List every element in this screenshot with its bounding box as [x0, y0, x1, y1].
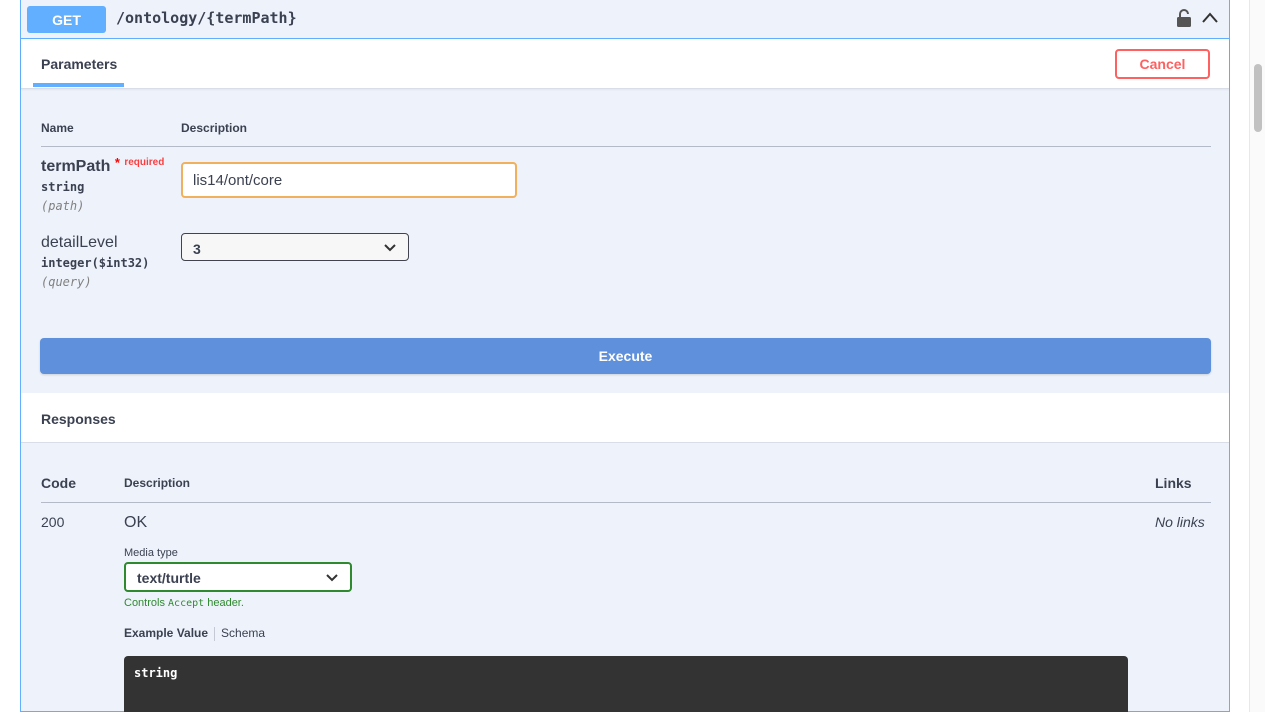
- col-header-description: Description: [181, 121, 248, 135]
- termpath-input[interactable]: lis14/ont/core: [181, 162, 517, 198]
- col-header-resp-description: Description: [124, 476, 191, 490]
- scrollbar-thumb[interactable]: [1254, 64, 1262, 132]
- media-type-label: Media type: [124, 547, 178, 559]
- response-code: 200: [41, 514, 65, 530]
- chevron-down-icon: [326, 574, 338, 582]
- param-type-detaillevel: integer($int32): [41, 256, 150, 270]
- detaillevel-select-value: 3: [193, 241, 201, 257]
- required-star: *: [114, 155, 120, 170]
- param-type-termpath: string: [41, 180, 85, 194]
- method-badge: GET: [27, 6, 106, 33]
- controls-suffix: header.: [207, 597, 244, 609]
- chevron-down-icon: [384, 244, 396, 252]
- media-type-select[interactable]: text/turtle: [124, 562, 352, 592]
- lock-icon[interactable]: [1176, 8, 1192, 28]
- media-type-value: text/turtle: [137, 570, 201, 586]
- tab-schema[interactable]: Schema: [221, 626, 265, 640]
- operation-path: /ontology/{termPath}: [116, 9, 297, 27]
- param-name-termpath: termPath * required: [41, 155, 165, 176]
- col-header-links: Links: [1155, 475, 1192, 491]
- response-description: OK: [124, 514, 148, 531]
- tab-active-indicator: [33, 83, 124, 87]
- tab-separator: [214, 626, 216, 641]
- tab-parameters[interactable]: Parameters: [41, 56, 117, 72]
- param-name-text: termPath: [41, 158, 111, 175]
- param-in-termpath: (path): [41, 199, 85, 213]
- controls-accept-note: Controls Accept header.: [124, 597, 244, 609]
- parameters-tabbar: Parameters Cancel: [21, 39, 1229, 89]
- swagger-page: GET /ontology/{termPath} Parameters Canc…: [0, 0, 1265, 712]
- responses-divider: [41, 502, 1211, 503]
- cancel-button[interactable]: Cancel: [1115, 49, 1210, 79]
- param-in-detaillevel: (query): [41, 275, 92, 289]
- col-header-name: Name: [41, 121, 74, 135]
- operation-summary[interactable]: GET /ontology/{termPath}: [21, 0, 1229, 39]
- operation-block: GET /ontology/{termPath} Parameters Canc…: [20, 0, 1230, 712]
- detaillevel-select[interactable]: 3: [181, 233, 409, 261]
- responses-title: Responses: [41, 411, 116, 427]
- col-header-code: Code: [41, 475, 76, 491]
- controls-code: Accept: [168, 598, 205, 609]
- example-tabs: Example Value Schema: [124, 626, 265, 641]
- param-name-detaillevel: detailLevel: [41, 234, 118, 251]
- chevron-up-icon[interactable]: [1201, 9, 1219, 27]
- responses-header-bar: Responses: [21, 393, 1229, 443]
- params-divider: [41, 146, 1211, 147]
- required-label: required: [124, 157, 165, 168]
- example-code-block: string: [124, 656, 1128, 712]
- controls-prefix: Controls: [124, 597, 165, 609]
- execute-button[interactable]: Execute: [40, 338, 1211, 374]
- tab-example-value[interactable]: Example Value: [124, 626, 208, 640]
- response-links: No links: [1155, 514, 1205, 530]
